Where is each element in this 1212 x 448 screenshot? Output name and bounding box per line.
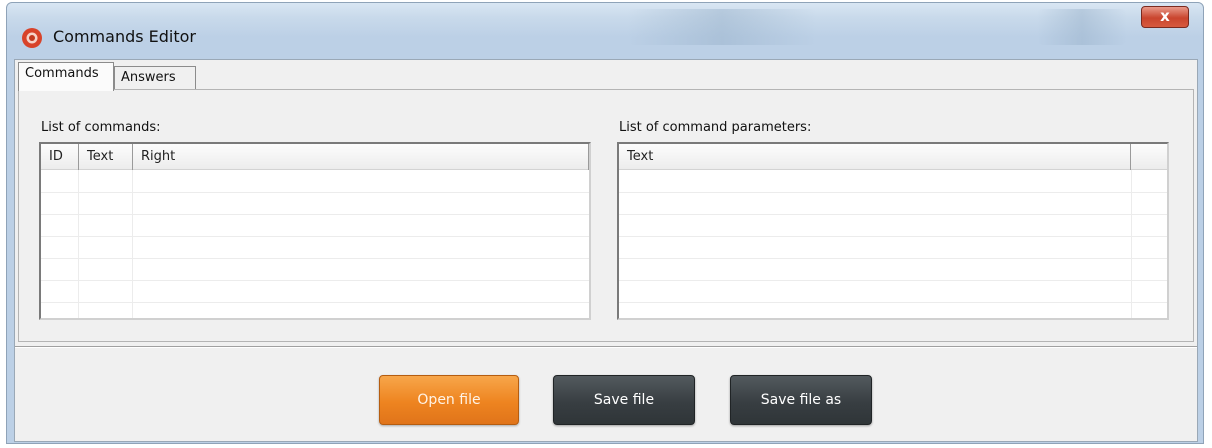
commands-tab-panel: List of commands: ID Text Right List of … [18, 89, 1194, 342]
row-divider [41, 302, 589, 303]
tab-commands[interactable]: Commands [18, 62, 114, 91]
title-bar[interactable]: Commands Editor x [7, 3, 1203, 57]
parameters-list-grid[interactable]: Text [617, 142, 1169, 320]
commands-list-grid[interactable]: ID Text Right [39, 142, 591, 320]
column-header-id[interactable]: ID [41, 144, 79, 170]
save-file-as-button[interactable]: Save file as [730, 375, 872, 425]
close-button[interactable]: x [1141, 6, 1189, 28]
row-divider [619, 302, 1167, 303]
commands-list-label: List of commands: [41, 120, 161, 135]
row-divider [41, 214, 589, 215]
row-divider [41, 258, 589, 259]
background-blur [1037, 9, 1127, 45]
parameters-list-label: List of command parameters: [619, 120, 812, 135]
row-divider [41, 236, 589, 237]
row-divider [41, 192, 589, 193]
row-divider [41, 280, 589, 281]
background-blur [627, 9, 817, 45]
column-header-text[interactable]: Text [79, 144, 133, 170]
row-divider [619, 236, 1167, 237]
open-file-button[interactable]: Open file [379, 375, 519, 425]
commands-grid-header: ID Text Right [41, 144, 589, 170]
row-divider [619, 280, 1167, 281]
client-area: Commands Answers List of commands: ID Te… [14, 59, 1198, 442]
row-divider [619, 192, 1167, 193]
app-logo-icon [22, 28, 42, 48]
footer-divider [15, 346, 1197, 348]
row-divider [619, 214, 1167, 215]
close-icon: x [1160, 7, 1170, 25]
window-title: Commands Editor [53, 27, 197, 46]
commands-editor-window: Commands Editor x Commands Answers List … [6, 2, 1204, 444]
column-header-text[interactable]: Text [619, 144, 1131, 170]
row-divider [619, 258, 1167, 259]
column-header-right[interactable]: Right [133, 144, 589, 170]
save-file-button[interactable]: Save file [553, 375, 695, 425]
tab-answers[interactable]: Answers [114, 66, 196, 90]
parameters-grid-header: Text [619, 144, 1167, 170]
